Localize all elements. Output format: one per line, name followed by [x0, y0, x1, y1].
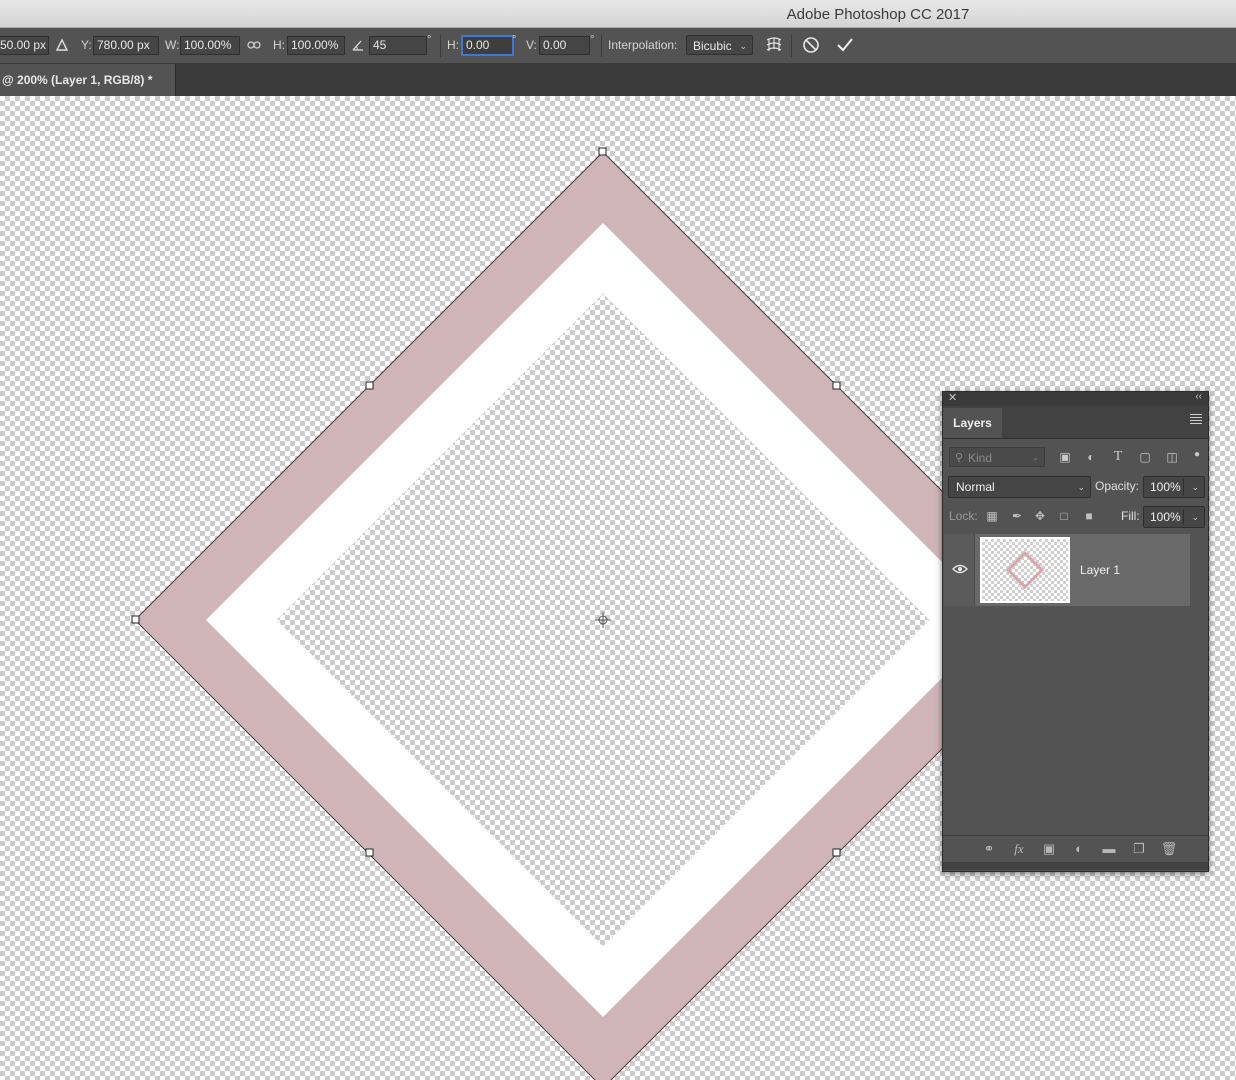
y-position-field[interactable]: 780.00 px [93, 36, 159, 55]
trash-icon[interactable]: 🗑 [1160, 840, 1178, 858]
options-bar: 50.00 px Y: 780.00 px W: 100.00% H: 100.… [0, 28, 1236, 64]
lock-artboard-icon[interactable]: □ [1056, 508, 1072, 524]
separator [601, 35, 602, 57]
shape-filter-icon[interactable]: ▢ [1137, 449, 1153, 465]
rotation-angle-field[interactable]: 45 [369, 36, 427, 55]
resize-grip[interactable] [943, 862, 1208, 870]
lock-all-icon[interactable]: ■ [1081, 508, 1097, 524]
lock-image-pixels-icon[interactable]: ✒ [1009, 508, 1025, 524]
transform-handle-top[interactable] [598, 147, 607, 156]
eye-icon [951, 562, 969, 578]
opacity-field[interactable]: 100% ⌄ [1143, 476, 1205, 498]
width-field[interactable]: 100.00% [180, 36, 240, 55]
panel-footer: ⚭ fx ▣ ◐ ▬ ❐ 🗑 [943, 835, 1208, 862]
blend-mode-value: Normal [956, 480, 995, 494]
adjustment-layer-icon[interactable]: ◐ [1070, 840, 1088, 858]
divider [1183, 479, 1184, 495]
layer-row[interactable]: Layer 1 [944, 534, 1190, 606]
skew-h-degree-symbol: ° [512, 34, 517, 46]
height-field[interactable]: 100.00% [287, 36, 345, 55]
filter-toggle-icon[interactable]: ● [1189, 447, 1205, 463]
panel-title-strip: ✕ ‹‹ [943, 391, 1208, 406]
tab-layers[interactable]: Layers [943, 408, 1002, 438]
document-tab-bar: @ 200% (Layer 1, RGB/8) * [0, 64, 1236, 96]
search-icon: ⚲ [955, 452, 964, 464]
h-label: H: [273, 38, 285, 52]
opacity-value: 100% [1150, 480, 1181, 494]
w-label: W: [165, 38, 180, 52]
fill-value: 100% [1150, 510, 1181, 524]
angle-degree-symbol: ° [427, 34, 432, 46]
layers-panel: ✕ ‹‹ Layers ⚲ Kind ⌄ ▣ ◐ T ▢ ◫ ● Normal … [942, 391, 1209, 872]
new-group-icon[interactable]: ▬ [1100, 840, 1118, 858]
blend-mode-select[interactable]: Normal ⌄ [948, 476, 1091, 498]
skew-horizontal-field[interactable]: 0.00 [461, 35, 514, 56]
transform-handle-bottom-right[interactable] [832, 848, 841, 857]
transform-handle-top-left[interactable] [365, 381, 374, 390]
app-title: Adobe Photoshop CC 2017 [786, 6, 970, 23]
angle-icon [347, 34, 369, 56]
skew-v-degree-symbol: ° [590, 34, 595, 46]
filter-kind-select[interactable]: ⚲ Kind ⌄ [949, 447, 1045, 467]
pixel-filter-icon[interactable]: ▣ [1057, 449, 1073, 465]
separator [440, 35, 441, 57]
skew-v-label: V: [526, 38, 537, 52]
lock-transparent-pixels-icon[interactable]: ▦ [984, 508, 1000, 524]
layer-thumbnail[interactable] [980, 537, 1070, 603]
smart-object-filter-icon[interactable]: ◫ [1164, 449, 1180, 465]
skew-h-label: H: [447, 38, 459, 52]
filter-kind-label: Kind [968, 451, 993, 465]
panel-menu-icon[interactable] [1190, 414, 1202, 424]
interpolation-select[interactable]: Bicubic ⌄ [686, 35, 753, 55]
fill-label: Fill: [1121, 509, 1140, 523]
lock-label: Lock: [949, 509, 978, 523]
commit-transform-icon[interactable] [834, 34, 856, 56]
blend-row: Normal ⌄ Opacity: 100% ⌄ [943, 476, 1208, 498]
transform-handle-left[interactable] [131, 615, 140, 624]
add-mask-icon[interactable]: ▣ [1040, 840, 1058, 858]
chevron-down-icon: ⌄ [1032, 453, 1039, 462]
opacity-label: Opacity: [1095, 479, 1140, 493]
new-layer-icon[interactable]: ❐ [1130, 840, 1148, 858]
close-icon[interactable]: ✕ [948, 391, 957, 404]
document-tab[interactable]: @ 200% (Layer 1, RGB/8) * [0, 64, 176, 96]
fx-icon[interactable]: fx [1010, 840, 1028, 858]
transform-handle-bottom-left[interactable] [365, 848, 374, 857]
chevron-down-icon: ⌄ [1191, 482, 1199, 492]
link-layers-icon[interactable]: ⚭ [980, 840, 998, 858]
visibility-toggle[interactable] [944, 534, 975, 606]
fill-field[interactable]: 100% ⌄ [1143, 506, 1205, 528]
layer-name[interactable]: Layer 1 [1080, 563, 1120, 577]
collapse-icon[interactable]: ‹‹ [1195, 391, 1202, 402]
skew-vertical-field[interactable]: 0.00 [539, 36, 590, 55]
link-icon[interactable] [243, 34, 265, 56]
cancel-transform-icon[interactable] [800, 34, 822, 56]
lock-row: Lock: ▦ ✒ ✥ □ ■ Fill: 100% ⌄ [943, 506, 1208, 528]
chevron-down-icon: ⌄ [1191, 512, 1199, 522]
interpolation-value: Bicubic [693, 39, 732, 53]
chevron-down-icon: ⌄ [739, 41, 747, 51]
adjustment-filter-icon[interactable]: ◐ [1083, 449, 1099, 465]
panel-tab-bar: Layers [943, 406, 1208, 439]
divider [1183, 509, 1184, 525]
relative-position-icon[interactable] [51, 34, 73, 56]
y-label: Y: [81, 38, 92, 52]
filter-row: ⚲ Kind ⌄ ▣ ◐ T ▢ ◫ ● [943, 447, 1208, 469]
transform-handle-top-right[interactable] [832, 381, 841, 390]
x-position-field[interactable]: 50.00 px [0, 36, 49, 55]
chevron-down-icon: ⌄ [1077, 482, 1085, 492]
warp-mode-icon[interactable] [763, 34, 785, 56]
separator [791, 35, 792, 57]
title-bar: Adobe Photoshop CC 2017 [0, 0, 1236, 28]
type-filter-icon[interactable]: T [1110, 449, 1126, 465]
lock-position-icon[interactable]: ✥ [1032, 508, 1048, 524]
interpolation-label: Interpolation: [608, 38, 678, 52]
